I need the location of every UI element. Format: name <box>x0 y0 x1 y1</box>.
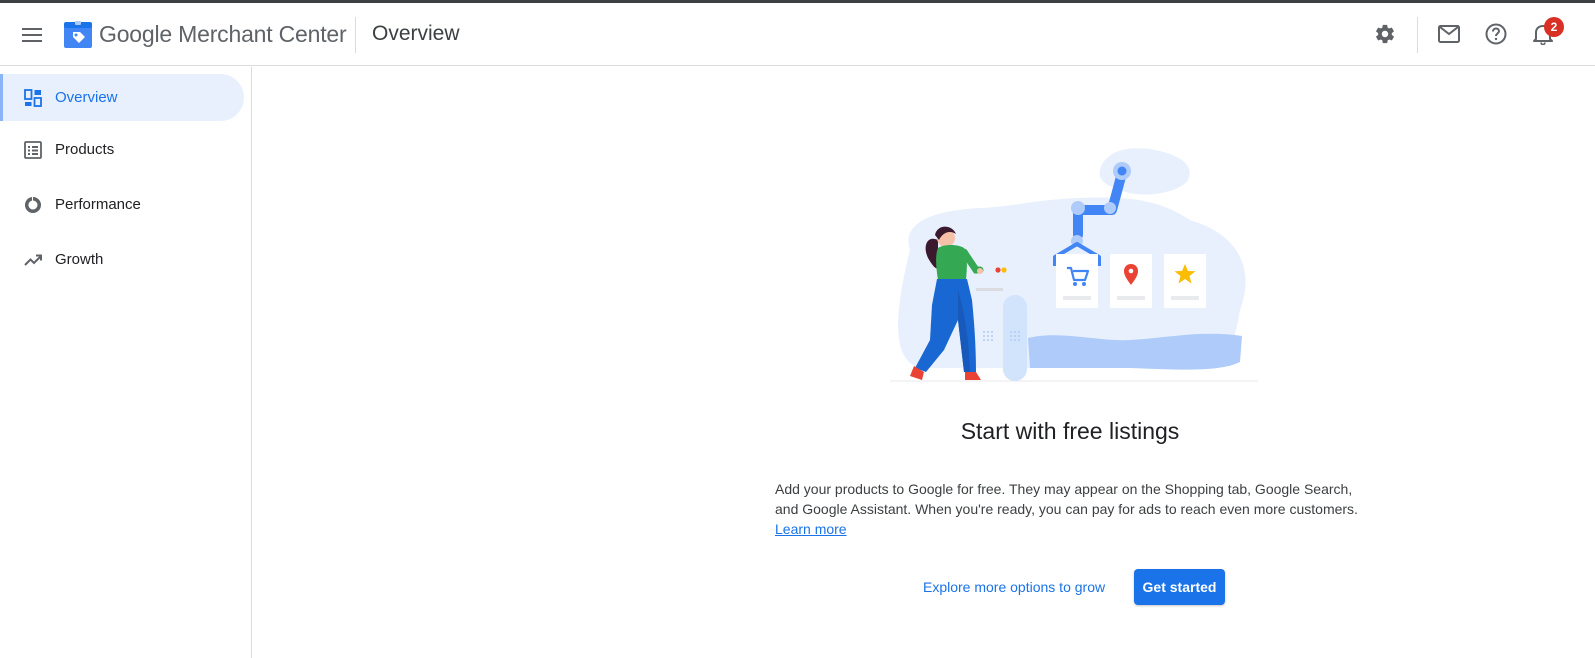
main-menu-button[interactable] <box>14 17 50 53</box>
donut-chart-icon <box>24 196 42 214</box>
main-description: Add your products to Google for free. Th… <box>775 481 1358 517</box>
help-button[interactable] <box>1480 18 1512 50</box>
sidebar-item-overview[interactable]: Overview <box>0 74 244 121</box>
main-headline: Start with free listings <box>960 418 1180 444</box>
messages-button[interactable] <box>1433 18 1465 50</box>
list-icon <box>24 140 42 159</box>
page-title: Overview <box>372 22 460 45</box>
header-icon-divider <box>1417 17 1418 53</box>
notification-badge: 2 <box>1544 17 1564 37</box>
brand-product: Merchant Center <box>178 21 347 47</box>
dashboard-icon <box>24 88 42 107</box>
get-started-button[interactable]: Get started <box>1134 569 1225 605</box>
sidebar-item-label: Growth <box>55 251 104 268</box>
sidebar-item-label: Overview <box>55 89 118 106</box>
learn-more-link[interactable]: Learn more <box>775 519 847 539</box>
mail-icon <box>1438 25 1460 43</box>
explore-more-options-button[interactable]: Explore more options to grow <box>913 569 1115 605</box>
help-icon <box>1485 23 1507 45</box>
header-divider <box>355 17 356 53</box>
free-listings-illustration <box>890 148 1258 382</box>
settings-button[interactable] <box>1369 18 1401 50</box>
brand-google: Google <box>99 21 172 47</box>
sidebar-item-growth[interactable]: Growth <box>0 236 244 283</box>
sidebar-item-label: Performance <box>55 196 141 213</box>
sidebar-item-products[interactable]: Products <box>0 126 244 173</box>
menu-icon <box>22 28 42 42</box>
merchant-center-logo-icon <box>64 21 92 48</box>
brand-name: Google Merchant Center <box>99 21 347 48</box>
app-header: Google Merchant Center Overview 2 <box>0 3 1595 66</box>
settings-gear-icon <box>1376 24 1394 44</box>
sidebar: Overview Products Performance Growth <box>0 67 252 658</box>
sidebar-item-label: Products <box>55 141 115 158</box>
sidebar-item-performance[interactable]: Performance <box>0 181 244 228</box>
trending-up-icon <box>24 251 42 269</box>
